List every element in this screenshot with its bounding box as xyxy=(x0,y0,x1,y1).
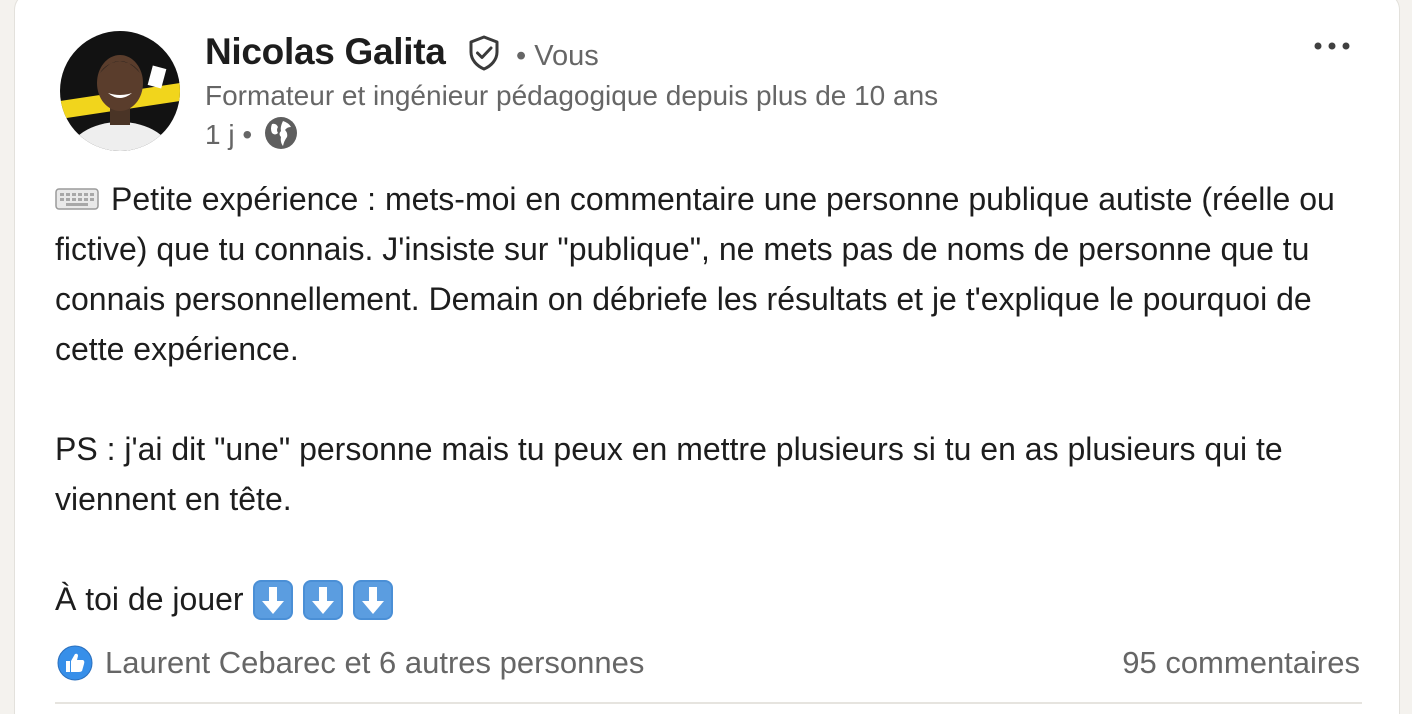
comments-count[interactable]: 95 commentaires xyxy=(1122,642,1360,684)
post-paragraph-1: Petite expérience : mets-moi en commenta… xyxy=(55,174,1375,374)
down-arrow-icon xyxy=(302,579,343,620)
down-arrow-icon xyxy=(352,579,393,620)
connection-degree: • Vous xyxy=(516,40,599,72)
avatar-photo-icon xyxy=(60,31,180,151)
post-text: Petite expérience : mets-moi en commenta… xyxy=(55,174,1375,624)
reactions-summary[interactable]: Laurent Cebarec et 6 autres personnes xyxy=(57,642,644,684)
reactions-text: Laurent Cebarec et 6 autres personnes xyxy=(105,645,645,680)
author-avatar[interactable] xyxy=(60,31,180,151)
verified-shield-icon xyxy=(469,35,499,71)
keyboard-icon xyxy=(55,187,99,210)
like-icon xyxy=(57,645,93,681)
post-text-line-1: Petite expérience : mets-moi en commenta… xyxy=(55,181,1335,367)
more-options-button[interactable] xyxy=(1306,26,1358,66)
author-headline: Formateur et ingénieur pédagogique depui… xyxy=(205,80,939,111)
post-paragraph-3: À toi de jouer xyxy=(55,574,1375,624)
author-name[interactable]: Nicolas Galita xyxy=(205,30,446,74)
down-arrow-icon xyxy=(252,579,293,620)
post-text-line-3: À toi de jouer xyxy=(55,581,244,617)
divider xyxy=(55,702,1362,704)
post-paragraph-2: PS : j'ai dit "une" personne mais tu peu… xyxy=(55,431,1283,517)
post-time: 1 j • xyxy=(205,119,253,150)
globe-icon xyxy=(265,117,297,149)
